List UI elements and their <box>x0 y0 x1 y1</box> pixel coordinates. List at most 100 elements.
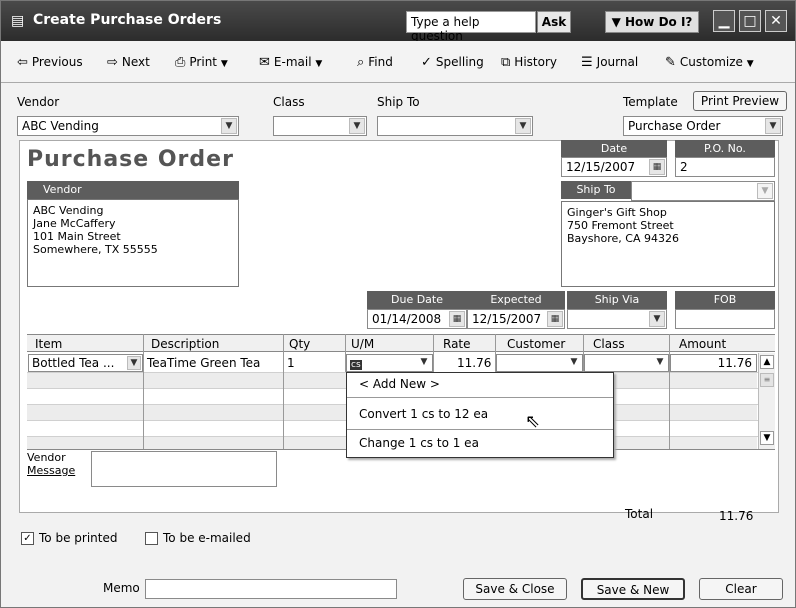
spelling-button[interactable]: ✓ Spelling <box>421 55 484 73</box>
column-header-item[interactable]: Item <box>35 337 62 351</box>
customize-label: Customize <box>679 55 743 69</box>
dropdown-arrow-icon: ▼ <box>611 15 626 29</box>
due-date-field[interactable]: 01/14/2008 ▦ <box>367 309 467 329</box>
find-label: Find <box>368 55 393 69</box>
vendor-address-line: 101 Main Street <box>33 230 121 243</box>
close-icon[interactable]: ✕ <box>765 10 787 32</box>
vendor-message-field[interactable] <box>91 451 277 487</box>
scroll-thumb[interactable]: ≡ <box>760 373 774 387</box>
date-field[interactable]: 12/15/2007 ▦ <box>561 157 667 177</box>
rate-cell[interactable]: 11.76 <box>457 356 491 370</box>
expected-header: Expected <box>467 291 565 309</box>
previous-label: Previous <box>31 55 83 69</box>
memo-label: Memo <box>103 581 140 595</box>
calendar-icon[interactable]: ▦ <box>649 159 665 175</box>
save-new-button[interactable]: Save & New <box>581 578 685 600</box>
find-button[interactable]: ⌕ Find <box>357 55 393 73</box>
email-button[interactable]: ✉ E-mail ▼ <box>259 55 322 73</box>
scroll-down-icon[interactable]: ▼ <box>760 431 774 445</box>
ship-via-select[interactable]: ▼ <box>567 309 667 329</box>
help-search-input[interactable]: Type a help question <box>406 11 536 43</box>
minimize-icon[interactable]: ▁ <box>713 10 735 32</box>
chevron-down-icon[interactable]: ▼ <box>349 118 365 134</box>
journal-button[interactable]: ☰ Journal <box>581 55 638 73</box>
column-divider <box>143 334 144 449</box>
next-button[interactable]: ⇨ Next <box>107 55 150 73</box>
customize-button[interactable]: ✎ Customize ▼ <box>665 55 754 73</box>
maximize-icon[interactable]: □ <box>739 10 761 32</box>
um-select[interactable]: cs ▼ <box>346 354 433 372</box>
vendor-box-header: Vendor <box>27 181 239 199</box>
save-close-button[interactable]: Save & Close <box>463 578 567 600</box>
menu-item-change[interactable]: Change 1 cs to 1 ea <box>347 430 613 457</box>
chevron-down-icon[interactable]: ▼ <box>127 356 141 370</box>
journal-label: Journal <box>596 55 639 69</box>
calendar-icon[interactable]: ▦ <box>449 311 465 327</box>
column-header-class[interactable]: Class <box>593 337 625 351</box>
ship-to-label: Ship To <box>377 95 420 109</box>
form-title: Purchase Order <box>27 147 234 172</box>
ship-to-select[interactable]: ▼ <box>377 116 533 136</box>
um-value: cs <box>350 360 362 370</box>
ask-button[interactable]: Ask <box>537 11 571 33</box>
grid-scrollbar[interactable]: ▲ ≡ ▼ <box>758 353 775 449</box>
po-number-field[interactable]: 2 <box>675 157 775 177</box>
print-dropdown-icon[interactable]: ▼ <box>221 59 228 69</box>
spelling-label: Spelling <box>435 55 484 69</box>
expected-date-value: 12/15/2007 <box>472 312 542 326</box>
email-dropdown-icon[interactable]: ▼ <box>315 59 322 69</box>
print-preview-button[interactable]: Print Preview <box>693 91 787 111</box>
print-button[interactable]: ⎙ Print ▼ <box>175 55 228 73</box>
expected-date-field[interactable]: 12/15/2007 ▦ <box>467 309 565 329</box>
chevron-down-icon[interactable]: ▼ <box>653 356 667 370</box>
column-divider <box>669 334 670 449</box>
po-number-header: P.O. No. <box>675 140 775 158</box>
to-be-emailed-checkbox[interactable] <box>145 532 158 545</box>
to-be-printed-checkbox[interactable]: ✓ <box>21 532 34 545</box>
vendor-address-box[interactable]: ABC Vending Jane McCaffery 101 Main Stre… <box>27 199 239 287</box>
class-select[interactable]: ▼ <box>273 116 367 136</box>
clear-button[interactable]: Clear <box>699 578 783 600</box>
calendar-icon[interactable]: ▦ <box>547 311 563 327</box>
description-cell[interactable]: TeaTime Green Tea <box>147 356 260 370</box>
previous-button[interactable]: ⇦ Previous <box>17 55 83 73</box>
column-header-amount[interactable]: Amount <box>679 337 726 351</box>
menu-item-convert[interactable]: Convert 1 cs to 12 ea <box>347 398 613 430</box>
history-button[interactable]: ⧉ History <box>501 55 557 73</box>
column-header-rate[interactable]: Rate <box>443 337 471 351</box>
column-header-customer[interactable]: Customer <box>507 337 565 351</box>
chevron-down-icon[interactable]: ▼ <box>567 356 581 370</box>
chevron-down-icon[interactable]: ▼ <box>649 311 665 327</box>
window-menu-icon[interactable]: ▤ <box>11 13 24 29</box>
item-select[interactable]: Bottled Tea ... ▼ <box>28 354 143 372</box>
chevron-down-icon[interactable]: ▼ <box>221 118 237 134</box>
amount-cell[interactable]: 11.76 <box>670 354 757 372</box>
chevron-down-icon[interactable]: ▼ <box>515 118 531 134</box>
chevron-down-icon[interactable]: ▼ <box>765 118 781 134</box>
class-cell-select[interactable]: ▼ <box>584 354 669 372</box>
total-value: 11.76 <box>719 509 754 523</box>
chevron-down-icon[interactable]: ▼ <box>757 183 773 199</box>
ship-to-address-select[interactable]: ▼ <box>631 181 775 201</box>
vendor-address-line: ABC Vending <box>33 204 104 217</box>
history-label: History <box>514 55 557 69</box>
menu-item-add-new[interactable]: < Add New > <box>347 373 613 398</box>
customer-select[interactable]: ▼ <box>496 354 583 372</box>
how-do-i-button[interactable]: ▼ How Do I? <box>605 11 699 33</box>
template-select[interactable]: Purchase Order ▼ <box>623 116 783 136</box>
scroll-up-icon[interactable]: ▲ <box>760 355 774 369</box>
ship-to-address-box[interactable]: Ginger's Gift Shop 750 Fremont Street Ba… <box>561 201 775 287</box>
column-divider <box>283 334 284 449</box>
column-header-description[interactable]: Description <box>151 337 219 351</box>
fob-field[interactable] <box>675 309 775 329</box>
next-label: Next <box>121 55 150 69</box>
column-header-um[interactable]: U/M <box>351 337 374 351</box>
vendor-select[interactable]: ABC Vending ▼ <box>17 116 239 136</box>
vendor-select-value: ABC Vending <box>22 119 99 133</box>
column-header-qty[interactable]: Qty <box>289 337 310 351</box>
class-label: Class <box>273 95 305 109</box>
qty-cell[interactable]: 1 <box>287 356 295 370</box>
customize-dropdown-icon[interactable]: ▼ <box>747 59 754 69</box>
memo-field[interactable] <box>145 579 397 599</box>
chevron-down-icon[interactable]: ▼ <box>417 356 431 370</box>
